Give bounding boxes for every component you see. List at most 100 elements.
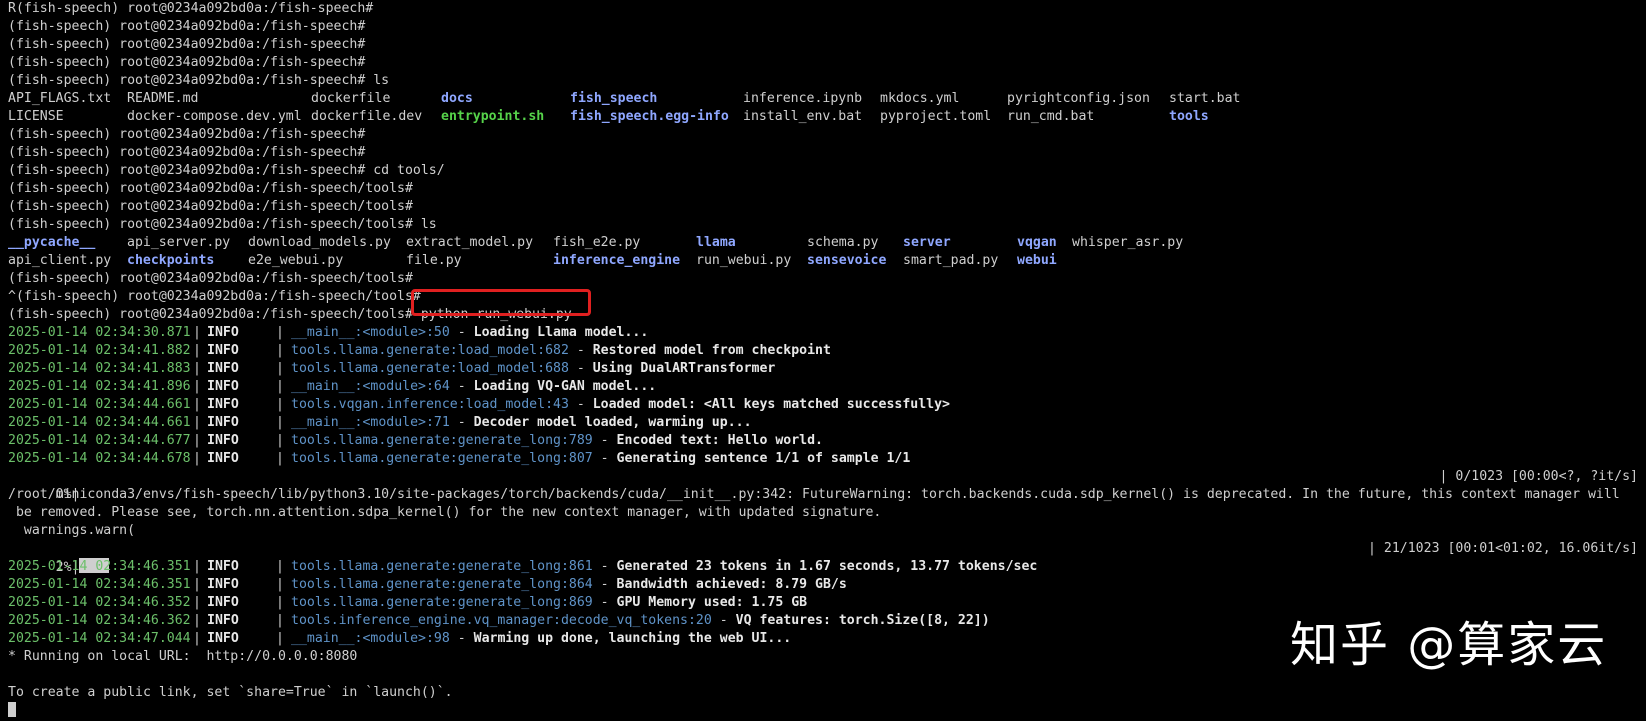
log-timestamp: 2025-01-14 02:34:46.351 <box>8 559 191 574</box>
log-content: __main__:<module>:98 - Warming up done, … <box>291 630 791 648</box>
log-content: __main__:<module>:71 - Decoder model loa… <box>291 414 752 432</box>
log-line: 2025-01-14 02:34:41.882 | INFO | tools.llama… <box>8 342 1638 360</box>
log-message: Loading Llama model... <box>473 325 649 340</box>
dir-entry: server <box>903 235 951 250</box>
prompt-line: (fish-speech) root@0234a092bd0a:/fish-sp… <box>8 217 437 232</box>
file-entry: mkdocs.yml <box>880 91 960 106</box>
prompt-line: (fish-speech) root@0234a092bd0a:/fish-sp… <box>8 55 366 70</box>
prompt-line: (fish-speech) root@0234a092bd0a:/fish-sp… <box>8 181 413 196</box>
log-dash: - <box>449 631 474 646</box>
prompt-line: R(fish-speech) root@0234a092bd0a:/fish-s… <box>8 1 374 16</box>
log-line: 2025-01-14 02:34:41.896 | INFO | __main__:<m… <box>8 378 1638 396</box>
log-dash: - <box>592 577 617 592</box>
log-separator: | <box>276 631 284 646</box>
file-entry: whisper_asr.py <box>1072 235 1184 250</box>
log-module: tools.llama.generate:generate_long:869 <box>291 595 593 610</box>
log-content: tools.vqgan.inference:load_model:43 - Lo… <box>291 396 950 414</box>
progress-stats: | 0/1023 [00:00<?, ?it/s] <box>1439 469 1639 484</box>
log-message: Encoded text: Hello world. <box>616 433 823 448</box>
log-content: tools.llama.generate:load_model:688 - Us… <box>291 360 775 378</box>
log-module: __main__:<module>:64 <box>291 379 450 394</box>
log-line: 2025-01-14 02:34:30.871 | INFO | __main__:<m… <box>8 324 1638 342</box>
file-entry: start.bat <box>1169 91 1241 106</box>
dir-entry: inference_engine <box>553 253 681 268</box>
prompt-line: ^(fish-speech) root@0234a092bd0a:/fish-s… <box>8 289 421 304</box>
terminal-cursor <box>8 702 16 717</box>
log-content: tools.llama.generate:generate_long:864 -… <box>291 576 847 594</box>
log-module: __main__:<module>:98 <box>291 631 450 646</box>
exec-entry: entrypoint.sh <box>441 109 545 124</box>
log-module: tools.llama.generate:load_model:688 <box>291 361 569 376</box>
file-entry: schema.py <box>807 235 879 250</box>
log-content: tools.inference_engine.vq_manager:decode… <box>291 612 990 630</box>
progress-line: 2%| | 21/1023 [00:01<01:02, 16.06it/s] <box>8 540 1638 575</box>
log-timestamp: 2025-01-14 02:34:44.661 <box>8 415 191 430</box>
file-entry: dockerfile.dev <box>311 109 423 124</box>
log-dash: - <box>449 415 474 430</box>
prompt-text: (fish-speech) root@0234a092bd0a:/fish-sp… <box>8 307 413 322</box>
file-entry: inference.ipynb <box>743 91 863 106</box>
log-timestamp: 2025-01-14 02:34:41.882 <box>8 343 191 358</box>
log-line: 2025-01-14 02:34:41.883 | INFO | tools.llama… <box>8 360 1638 378</box>
log-content: __main__:<module>:64 - Loading VQ-GAN mo… <box>291 378 656 396</box>
log-line: 2025-01-14 02:34:44.661 | INFO | tools.vqgan… <box>8 396 1638 414</box>
log-timestamp: 2025-01-14 02:34:30.871 <box>8 325 191 340</box>
dir-entry: __pycache__ <box>8 235 96 250</box>
file-entry: download_models.py <box>248 235 391 250</box>
prompt-line: (fish-speech) root@0234a092bd0a:/fish-sp… <box>8 73 390 88</box>
file-entry: api_server.py <box>127 235 231 250</box>
file-entry: smart_pad.py <box>903 253 999 268</box>
command-highlight-box <box>411 289 591 316</box>
log-module: tools.vqgan.inference:load_model:43 <box>291 397 569 412</box>
log-separator: | <box>193 325 201 340</box>
file-entry: docker-compose.dev.yml <box>127 109 302 124</box>
log-dash: - <box>568 361 593 376</box>
log-separator: | <box>276 379 284 394</box>
dir-entry: sensevoice <box>807 253 887 268</box>
log-message: GPU Memory used: 1.75 GB <box>616 595 808 610</box>
ls-output-row: __pycache__ api_server.py download_model… <box>8 234 1638 252</box>
log-module: tools.llama.generate:generate_long:861 <box>291 559 593 574</box>
file-entry: pyrightconfig.json <box>1007 91 1150 106</box>
log-separator: | <box>193 397 201 412</box>
dir-entry: fish_speech.egg-info <box>570 109 729 124</box>
dir-entry: tools <box>1169 109 1209 124</box>
log-separator: | <box>276 595 284 610</box>
log-message: VQ features: torch.Size([8, 22]) <box>735 613 990 628</box>
log-message: Generated 23 tokens in 1.67 seconds, 13.… <box>616 559 1038 574</box>
log-separator: | <box>193 343 201 358</box>
log-level: INFO <box>207 415 239 430</box>
log-message: Loading VQ-GAN model... <box>473 379 657 394</box>
log-content: __main__:<module>:50 - Loading Llama mod… <box>291 324 648 342</box>
progress-line: 0%| | 0/1023 [00:00<?, ?it/s] <box>8 468 1639 502</box>
log-dash: - <box>568 343 593 358</box>
file-entry: file.py <box>406 253 462 268</box>
log-dash: - <box>592 433 617 448</box>
log-separator: | <box>276 343 284 358</box>
log-separator: | <box>193 577 201 592</box>
log-line: 2025-01-14 02:34:46.351 | INFO | tools.llama… <box>8 558 1638 576</box>
terminal-window[interactable]: R(fish-speech) root@0234a092bd0a:/fish-s… <box>8 0 1639 717</box>
log-dash: - <box>592 451 617 466</box>
log-timestamp: 2025-01-14 02:34:47.044 <box>8 631 191 646</box>
log-block-1: 2025-01-14 02:34:30.871 | INFO | __main__:<m… <box>8 324 1638 468</box>
warning-line: be removed. Please see, torch.nn.attenti… <box>8 505 882 520</box>
warning-line: warnings.warn( <box>8 523 136 538</box>
cursor-line[interactable] <box>8 702 1638 720</box>
ls-output-row: api_client.py checkpoints e2e_webui.py f… <box>8 252 1638 270</box>
log-dash: - <box>449 379 474 394</box>
log-separator: | <box>276 325 284 340</box>
log-module: tools.llama.generate:load_model:682 <box>291 343 569 358</box>
log-separator: | <box>193 415 201 430</box>
log-separator: | <box>276 577 284 592</box>
log-message: Using DualARTransformer <box>592 361 776 376</box>
log-module: tools.llama.generate:generate_long:864 <box>291 577 593 592</box>
log-content: tools.llama.generate:generate_long:869 -… <box>291 594 807 612</box>
log-message: Warming up done, launching the web UI... <box>473 631 792 646</box>
log-timestamp: 2025-01-14 02:34:44.678 <box>8 451 191 466</box>
prompt-line: (fish-speech) root@0234a092bd0a:/fish-sp… <box>8 37 366 52</box>
log-dash: - <box>568 397 593 412</box>
log-level: INFO <box>207 451 239 466</box>
log-separator: | <box>193 433 201 448</box>
log-message: Loaded model: <All keys matched successf… <box>592 397 950 412</box>
